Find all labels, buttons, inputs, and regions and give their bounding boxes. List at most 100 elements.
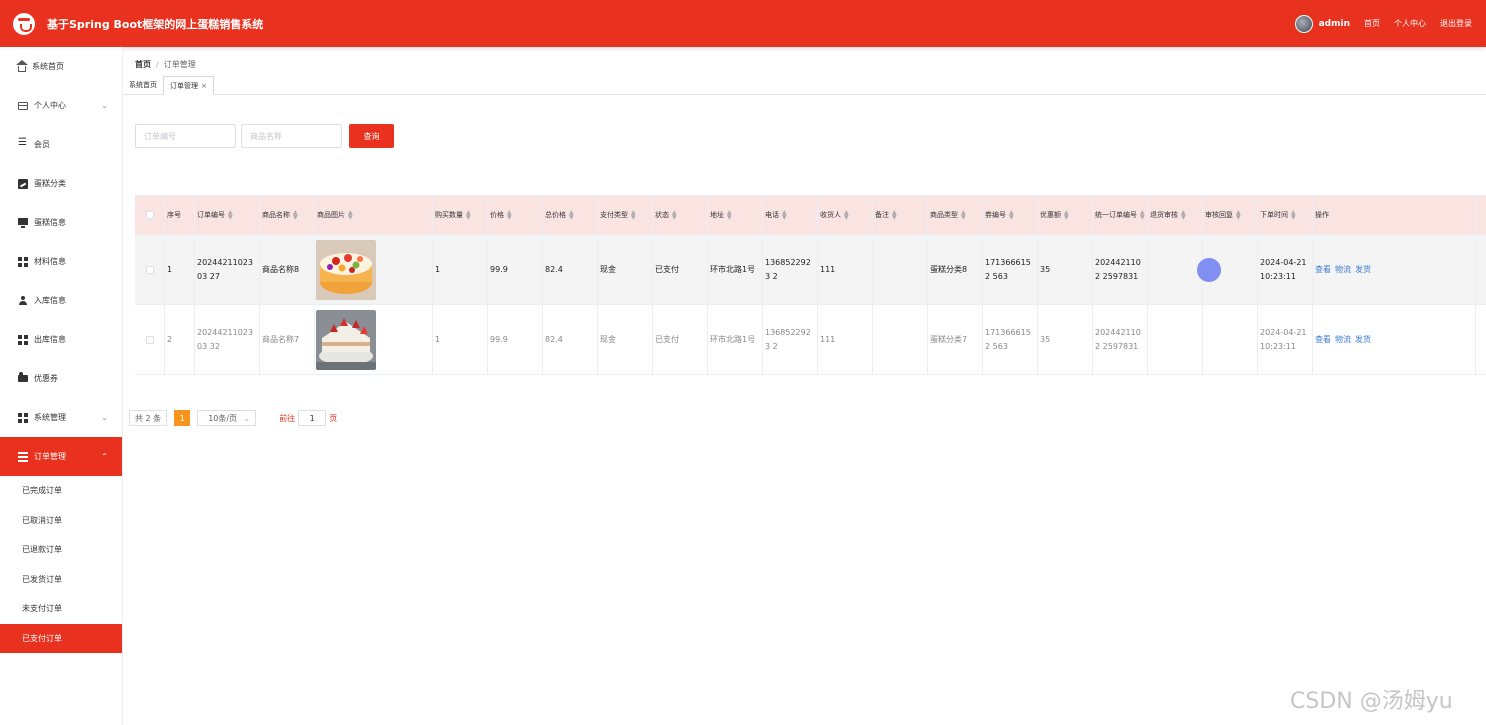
watermark: CSDN @汤姆yu bbox=[1290, 689, 1453, 714]
order-no-input[interactable]: 订单编号 bbox=[135, 124, 236, 148]
sort-icon[interactable]: ▲ ▼ bbox=[1181, 210, 1186, 221]
avatar[interactable] bbox=[1294, 14, 1313, 33]
sort-icon[interactable]: ▲ ▼ bbox=[782, 210, 787, 221]
sidebar-item-label: 个人中心 bbox=[34, 101, 66, 110]
table-cell-total: 82.4 bbox=[543, 235, 598, 304]
sidebar-sub-paid[interactable]: 已支付订单 bbox=[0, 623, 122, 653]
header-right: admin 首页 个人中心 退出登录 bbox=[1294, 0, 1486, 47]
column-header[interactable]: 备注 ▲ ▼ bbox=[873, 196, 928, 234]
column-header[interactable]: 序号 bbox=[165, 196, 195, 234]
column-header[interactable]: 统一订单编号 ▲ ▼ bbox=[1093, 196, 1148, 234]
row-checkbox[interactable] bbox=[145, 265, 154, 274]
column-header[interactable]: 退货审核 ▲ ▼ bbox=[1148, 196, 1203, 234]
sidebar-item-members[interactable]: 会员 bbox=[0, 125, 122, 164]
table-cell-qty: 1 bbox=[433, 305, 488, 374]
ship-button[interactable]: 发货 bbox=[1355, 263, 1371, 277]
column-header[interactable]: 收货人 ▲ ▼ bbox=[818, 196, 873, 234]
sidebar-sub-shipped[interactable]: 已发货订单 bbox=[0, 565, 122, 595]
sidebar-item-cake-category[interactable]: 蛋糕分类 bbox=[0, 164, 122, 203]
sort-icon[interactable]: ▲ ▼ bbox=[228, 210, 233, 221]
column-header[interactable]: 地址 ▲ ▼ bbox=[708, 196, 763, 234]
column-header[interactable]: 支付类型 ▲ ▼ bbox=[598, 196, 653, 234]
logistics-button[interactable]: 物流 bbox=[1335, 333, 1351, 347]
pagination-page-1[interactable]: 1 bbox=[174, 410, 191, 426]
tab-label: 系统首页 bbox=[129, 81, 157, 89]
sidebar-item-stock-out[interactable]: 出库信息 bbox=[0, 320, 122, 359]
header-link-home[interactable]: 首页 bbox=[1364, 18, 1380, 29]
breadcrumb-home[interactable]: 首页 bbox=[135, 60, 151, 69]
table-cell-order-time: 2024-04-21 10:23:11 bbox=[1258, 305, 1313, 374]
sort-icon[interactable]: ▲ ▼ bbox=[348, 210, 353, 221]
sidebar-item-home[interactable]: 系统首页 bbox=[0, 47, 122, 86]
table-cell-unified-no: 2024421102 2597831 bbox=[1093, 235, 1148, 304]
column-header[interactable]: 商品图片 ▲ ▼ bbox=[315, 196, 433, 234]
sort-icon[interactable]: ▲ ▼ bbox=[727, 210, 732, 221]
sidebar-item-orders[interactable]: 订单管理 ⌃ bbox=[0, 437, 122, 476]
row-checkbox[interactable] bbox=[145, 211, 154, 219]
header-link-logout[interactable]: 退出登录 bbox=[1440, 18, 1472, 29]
column-header[interactable]: 商品名称 ▲ ▼ bbox=[260, 196, 315, 234]
logistics-button[interactable]: 物流 bbox=[1335, 263, 1351, 277]
column-header[interactable]: 优惠额 ▲ ▼ bbox=[1038, 196, 1093, 234]
sidebar-sub-completed[interactable]: 已完成订单 bbox=[0, 476, 122, 506]
column-header[interactable]: 操作 bbox=[1313, 196, 1476, 234]
sort-icon[interactable]: ▲ ▼ bbox=[892, 210, 897, 221]
ship-button[interactable]: 发货 bbox=[1355, 333, 1371, 347]
tab-orders[interactable]: 订单管理 × bbox=[163, 76, 214, 95]
column-header-label: 地址 bbox=[710, 211, 724, 219]
product-name-input[interactable]: 商品名称 bbox=[241, 124, 342, 148]
column-header[interactable]: 订单编号 ▲ ▼ bbox=[195, 196, 260, 234]
product-image-cell bbox=[315, 305, 433, 374]
sort-icon[interactable]: ▲ ▼ bbox=[466, 210, 471, 221]
table-cell-remark bbox=[873, 235, 928, 304]
table-cell-coupon-no: 1713666152 563 bbox=[983, 305, 1038, 374]
column-header[interactable]: 电话 ▲ ▼ bbox=[763, 196, 818, 234]
sidebar-sub-unpaid[interactable]: 未支付订单 bbox=[0, 594, 122, 624]
sort-icon[interactable]: ▲ ▼ bbox=[672, 210, 677, 221]
view-button[interactable]: 查看 bbox=[1315, 263, 1331, 277]
row-checkbox[interactable] bbox=[145, 335, 154, 344]
chevron-down-icon: ⌄ bbox=[243, 413, 251, 423]
column-header[interactable]: 总价格 ▲ ▼ bbox=[543, 196, 598, 234]
sidebar-item-cake-info[interactable]: 蛋糕信息 bbox=[0, 203, 122, 242]
app-title: 基于Spring Boot框架的网上蛋糕销售系统 bbox=[47, 17, 264, 31]
tab-bar: 系统首页 订单管理 × bbox=[123, 74, 1486, 95]
header-link-profile[interactable]: 个人中心 bbox=[1394, 18, 1426, 29]
close-icon[interactable]: × bbox=[201, 82, 207, 90]
sidebar-item-system[interactable]: 系统管理 ⌄ bbox=[0, 398, 122, 437]
card-icon bbox=[18, 101, 28, 110]
sort-icon[interactable]: ▲ ▼ bbox=[1140, 210, 1145, 221]
column-header[interactable]: 商品类型 ▲ ▼ bbox=[928, 196, 983, 234]
product-image bbox=[316, 309, 376, 370]
column-header[interactable]: 价格 ▲ ▼ bbox=[488, 196, 543, 234]
sidebar-item-profile[interactable]: 个人中心 ⌄ bbox=[0, 86, 122, 125]
column-header[interactable]: 审核回复 ▲ ▼ bbox=[1203, 196, 1258, 234]
sort-icon[interactable]: ▲ ▼ bbox=[961, 210, 966, 221]
query-button[interactable]: 查询 bbox=[349, 124, 394, 148]
cursor-highlight bbox=[1197, 258, 1221, 282]
sidebar-item-coupon[interactable]: 优惠券 bbox=[0, 359, 122, 398]
column-header[interactable]: 购买数量 ▲ ▼ bbox=[433, 196, 488, 234]
sort-icon[interactable]: ▲ ▼ bbox=[844, 210, 849, 221]
column-header[interactable]: 状态 ▲ ▼ bbox=[653, 196, 708, 234]
column-header[interactable]: 券编号 ▲ ▼ bbox=[983, 196, 1038, 234]
sidebar-sub-refunded[interactable]: 已退款订单 bbox=[0, 535, 122, 565]
goto-page-input[interactable]: 1 bbox=[298, 410, 327, 426]
sort-icon[interactable]: ▲ ▼ bbox=[1064, 210, 1069, 221]
sidebar-item-stock-in[interactable]: 入库信息 bbox=[0, 281, 122, 320]
sort-icon[interactable]: ▲ ▼ bbox=[1291, 210, 1296, 221]
column-header[interactable]: 下单时间 ▲ ▼ bbox=[1258, 196, 1313, 234]
orders-table: 序号 订单编号 ▲ ▼ 商品名称 ▲ ▼ 商品图片 ▲ ▼ 购买数量 ▲ ▼ 价格 ▲ ▼ 总价格 ▲ ▼ 支付类型 ▲… bbox=[135, 195, 1486, 375]
sort-icon[interactable]: ▲ ▼ bbox=[507, 210, 512, 221]
sort-icon[interactable]: ▲ ▼ bbox=[569, 210, 574, 221]
page-size-select[interactable]: 10条/页 ⌄ bbox=[197, 410, 257, 426]
view-button[interactable]: 查看 bbox=[1315, 333, 1331, 347]
sidebar-item-material-info[interactable]: 材料信息 bbox=[0, 242, 122, 281]
sidebar-sub-cancelled[interactable]: 已取消订单 bbox=[0, 506, 122, 536]
table-row: 1 2024421102303 27 商品名称8 1 99.9 82.4 现金 已支付 环市北路… bbox=[135, 235, 1486, 305]
sort-icon[interactable]: ▲ ▼ bbox=[631, 210, 636, 221]
sort-icon[interactable]: ▲ ▼ bbox=[1236, 210, 1241, 221]
sort-icon[interactable]: ▲ ▼ bbox=[293, 210, 298, 221]
sort-icon[interactable]: ▲ ▼ bbox=[1009, 210, 1014, 221]
tab-home[interactable]: 系统首页 bbox=[123, 76, 163, 94]
